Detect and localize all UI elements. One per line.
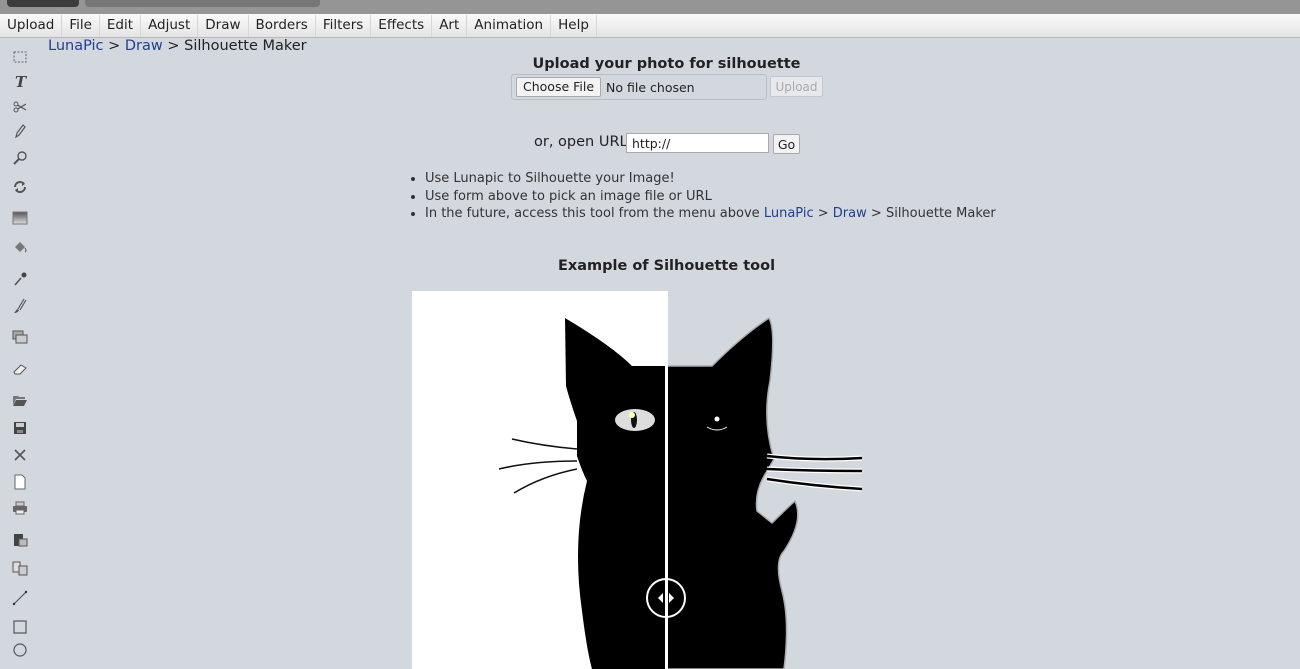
menu-borders[interactable]: Borders: [249, 15, 316, 37]
open-folder-icon[interactable]: [11, 391, 29, 409]
before-after-comparison[interactable]: [412, 291, 872, 669]
menu-filters[interactable]: Filters: [316, 15, 372, 37]
silhouette-whiskers: [766, 453, 863, 492]
breadcrumb: LunaPic > Draw > Silhouette Maker: [48, 38, 307, 54]
rectangle-icon[interactable]: [11, 618, 29, 636]
menu-bar: Upload File Edit Adjust Draw Borders Fil…: [0, 14, 1300, 38]
menu-help[interactable]: Help: [551, 15, 597, 37]
cat-eye-highlight: [629, 412, 635, 418]
example-image: [412, 291, 863, 669]
line-icon[interactable]: [11, 589, 29, 607]
browser-top-strip: [0, 0, 1300, 14]
tip-text: Silhouette Maker: [885, 206, 996, 221]
file-input[interactable]: Choose File No file chosen: [511, 74, 767, 100]
url-label: or, open URL: [534, 134, 628, 150]
menu-upload[interactable]: Upload: [0, 15, 63, 37]
scissors-icon[interactable]: [11, 98, 29, 116]
browser-tab-active[interactable]: [7, 0, 79, 7]
cat-silhouette: [666, 316, 799, 669]
tip-link-draw[interactable]: Draw: [833, 206, 867, 221]
silhouette-eye-dot: [714, 416, 720, 422]
pencil-icon[interactable]: [11, 122, 29, 140]
tip-item: Use form above to pick an image file or …: [425, 188, 996, 206]
rotate-icon[interactable]: [11, 178, 29, 196]
text-icon[interactable]: T: [11, 72, 29, 90]
menu-file[interactable]: File: [62, 15, 100, 37]
browser-tab[interactable]: [85, 0, 320, 7]
breadcrumb-current: Silhouette Maker: [184, 38, 307, 54]
new-page-icon[interactable]: [11, 473, 29, 491]
example-title: Example of Silhouette tool: [557, 258, 776, 274]
circle-icon[interactable]: [11, 641, 29, 659]
breadcrumb-separator: >: [167, 38, 180, 54]
comparison-slider-handle[interactable]: [646, 578, 686, 618]
tip-separator: >: [870, 206, 882, 221]
choose-file-button[interactable]: Choose File: [516, 77, 602, 97]
menu-edit[interactable]: Edit: [100, 15, 142, 37]
tip-item: In the future, access this tool from the…: [425, 205, 996, 223]
copy-icon[interactable]: [11, 559, 29, 577]
file-status: No file chosen: [606, 79, 695, 95]
zoom-icon[interactable]: [11, 149, 29, 167]
save-icon[interactable]: [11, 419, 29, 437]
breadcrumb-separator: >: [108, 38, 121, 54]
gradient-icon[interactable]: [11, 209, 29, 227]
tips-list: Use Lunapic to Silhouette your Image! Us…: [425, 170, 996, 223]
tip-link-lunapic[interactable]: LunaPic: [764, 206, 814, 221]
eraser-icon[interactable]: [11, 360, 29, 378]
menu-effects[interactable]: Effects: [371, 15, 433, 37]
breadcrumb-lunapic[interactable]: LunaPic: [48, 38, 104, 54]
paint-bucket-icon[interactable]: [11, 238, 29, 256]
arrow-right-icon: [669, 593, 674, 603]
arrow-left-icon: [658, 593, 663, 603]
tip-separator: >: [817, 206, 829, 221]
tip-item: Use Lunapic to Silhouette your Image!: [425, 170, 996, 188]
tip-text: In the future, access this tool from the…: [425, 206, 760, 221]
menu-adjust[interactable]: Adjust: [141, 15, 199, 37]
brush-icon[interactable]: [11, 297, 29, 315]
url-input[interactable]: [626, 133, 769, 153]
paste-icon[interactable]: [11, 530, 29, 548]
menu-draw[interactable]: Draw: [198, 15, 249, 37]
upload-button[interactable]: Upload: [770, 76, 823, 97]
layers-icon[interactable]: [11, 328, 29, 346]
go-button[interactable]: Go: [773, 134, 800, 154]
menu-art[interactable]: Art: [432, 15, 468, 37]
svg-text:T: T: [15, 73, 28, 89]
breadcrumb-draw[interactable]: Draw: [125, 38, 163, 54]
menu-animation[interactable]: Animation: [467, 15, 552, 37]
upload-title: Upload your photo for silhouette: [532, 56, 801, 72]
close-icon[interactable]: [11, 446, 29, 464]
print-icon[interactable]: [11, 499, 29, 517]
